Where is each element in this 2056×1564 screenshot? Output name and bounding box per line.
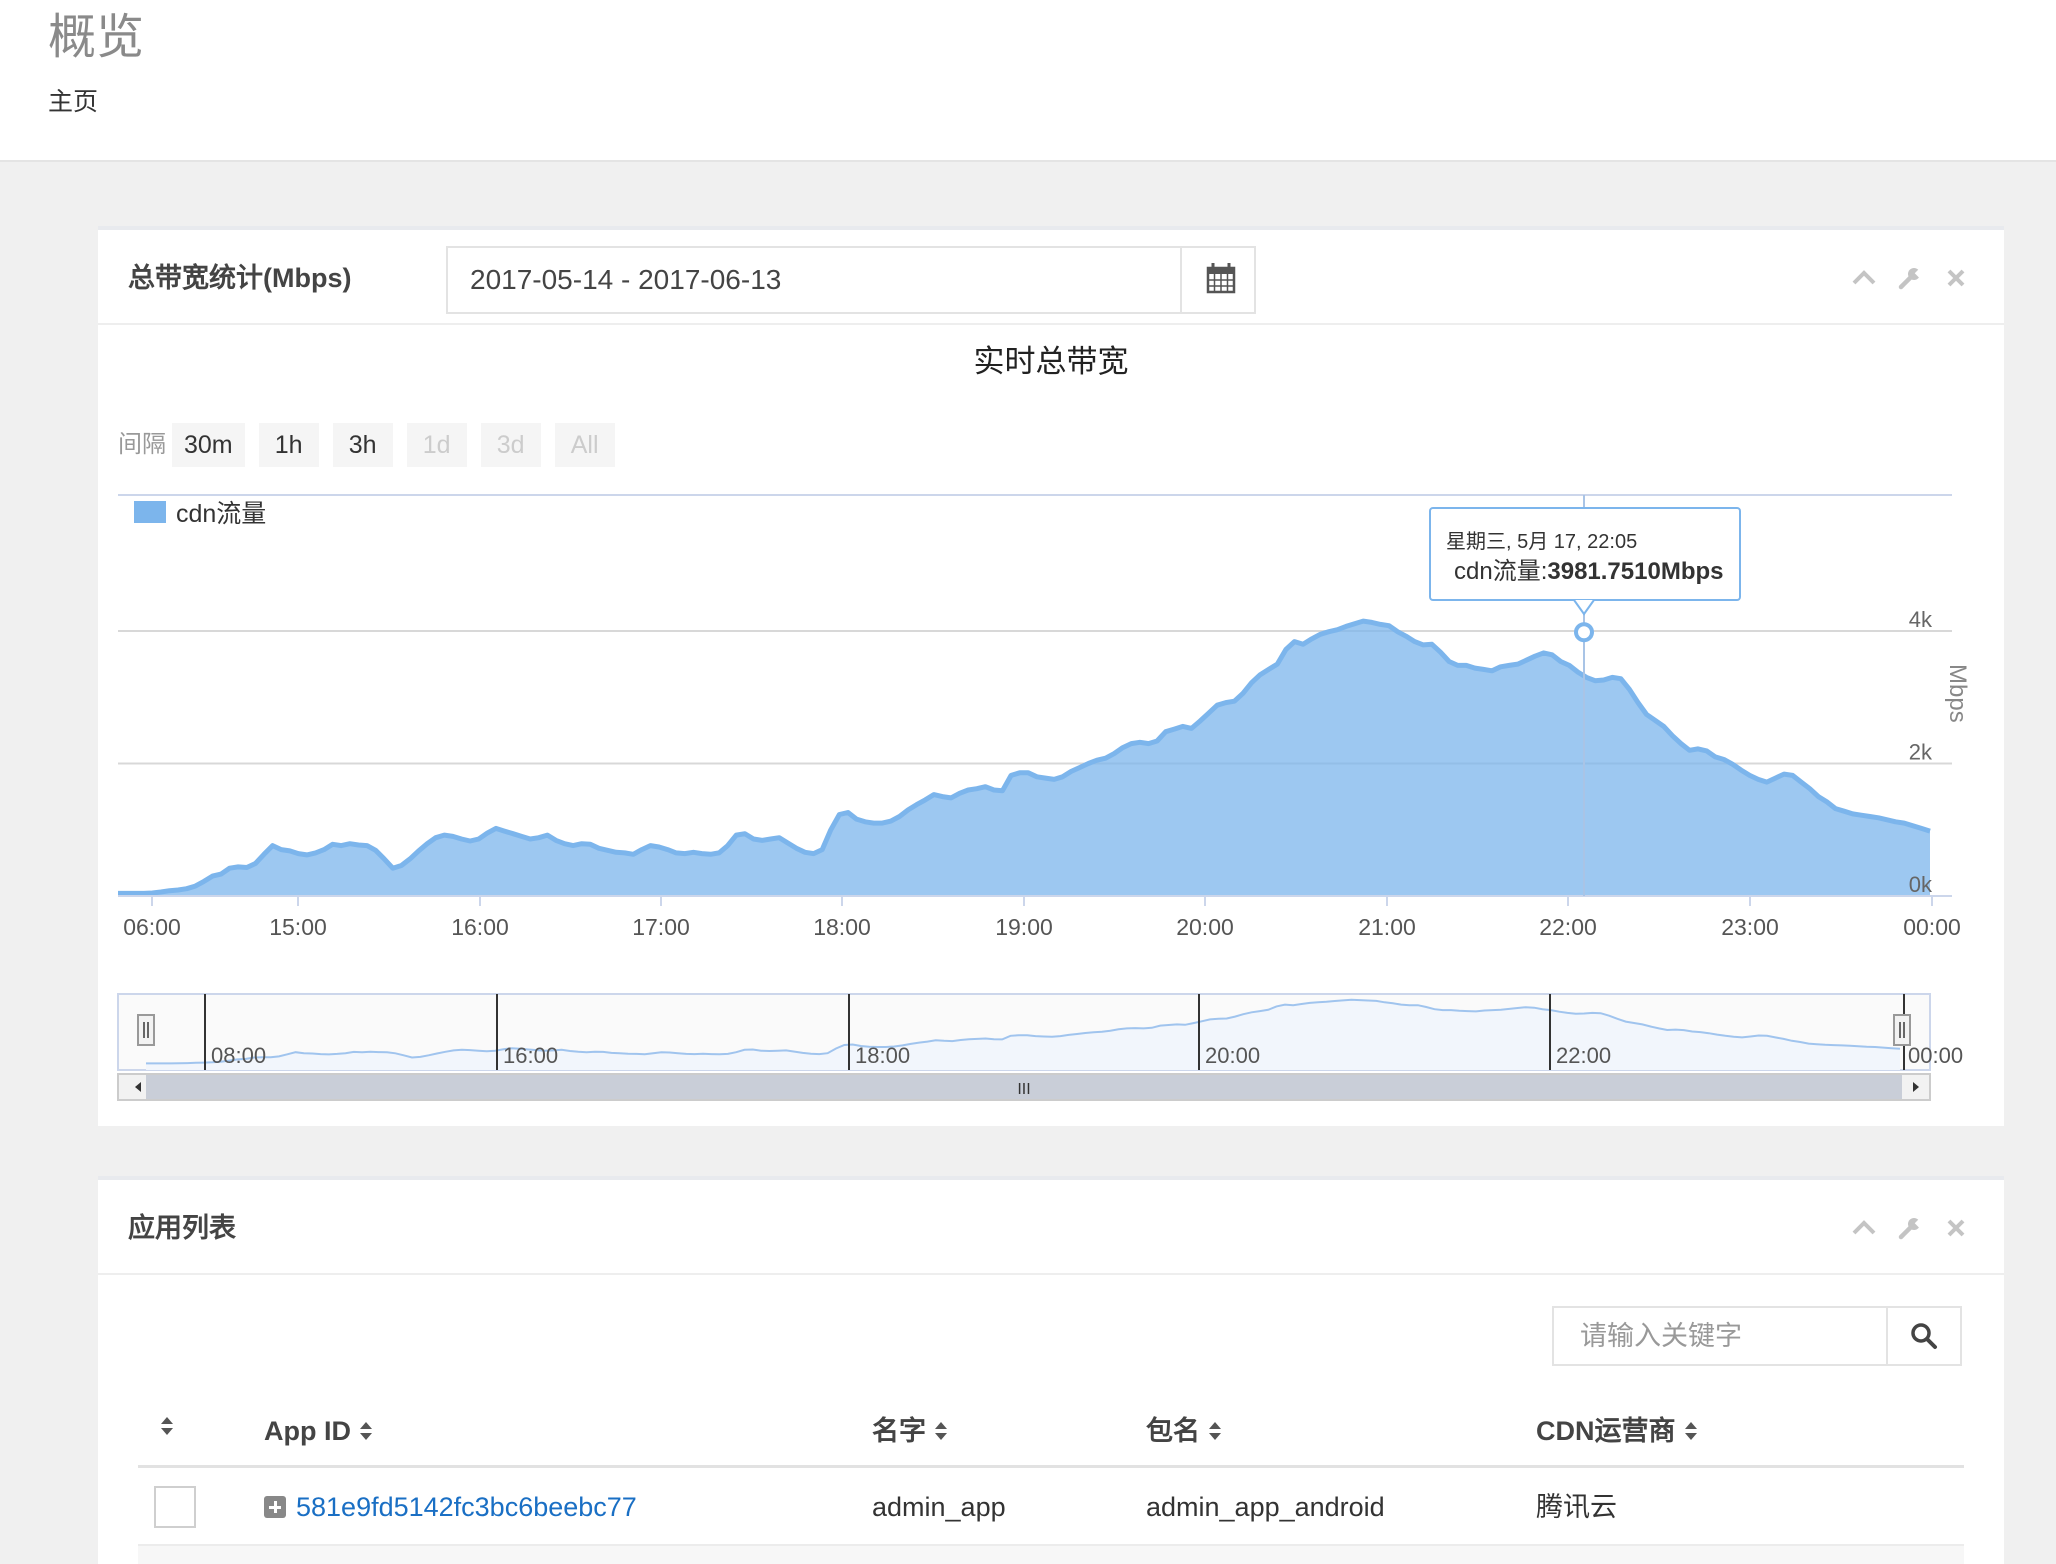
wrench-icon <box>1898 1217 1923 1240</box>
sort-icon <box>1684 1422 1697 1440</box>
scrollbar-grip: III <box>1017 1081 1030 1098</box>
app-list-panel-tools <box>1850 1212 1970 1244</box>
navigator-label: 16:00 <box>503 1043 558 1068</box>
x-tick-label: 18:00 <box>813 914 871 940</box>
bandwidth-chart[interactable]: cdn流量 0k 2k 4k Mbps 06:00 15:00 16:00 17:00 18:00… <box>98 480 2004 1120</box>
sort-icon <box>935 1422 947 1440</box>
legend-swatch <box>134 501 166 523</box>
hover-point <box>1574 622 1594 643</box>
column-header-app-id[interactable]: App ID <box>264 1414 373 1448</box>
date-range-input[interactable]: 2017-05-14 - 2017-06-13 <box>446 246 1180 314</box>
app-name-cell: admin_app <box>872 1492 1006 1522</box>
range-button-1h[interactable]: 1h <box>258 423 319 467</box>
page-title: 概览 <box>48 11 145 64</box>
search-box <box>1552 1306 1962 1366</box>
package-cell: admin_app_android <box>1146 1492 1385 1522</box>
column-header-package[interactable]: 包名 <box>1146 1414 1222 1448</box>
wrench-icon <box>1898 267 1923 290</box>
y-tick-label: 0k <box>1909 872 1933 897</box>
navigator-left-handle <box>137 1014 155 1046</box>
x-tick-label: 06:00 <box>123 914 181 940</box>
close-button[interactable] <box>1942 1214 1970 1242</box>
bandwidth-panel-header: 总带宽统计(Mbps) 2017-05-14 - 2017-06-13 <box>98 230 2004 325</box>
x-tick-label: 17:00 <box>632 914 690 940</box>
search-button[interactable] <box>1886 1308 1960 1364</box>
x-tick-label: 23:00 <box>1721 914 1779 940</box>
bandwidth-panel: 总带宽统计(Mbps) 2017-05-14 - 2017-06-13 实时总带… <box>98 226 2004 1126</box>
legend-label: cdn流量 <box>176 500 266 528</box>
settings-button[interactable] <box>1896 1214 1924 1242</box>
column-header-label: App ID <box>264 1416 351 1446</box>
table-row: 581e9fd5142fc3bc6beebc77 admin_app admin… <box>138 1468 1964 1546</box>
calendar-button[interactable] <box>1180 246 1256 314</box>
sort-icon <box>1209 1422 1221 1440</box>
app-id-cell: 581e9fd5142fc3bc6beebc77 <box>264 1490 637 1524</box>
app-list-panel-title: 应用列表 <box>128 1213 236 1243</box>
app-list-panel: 应用列表 App ID <box>98 1176 2004 1564</box>
navigator-right-handle <box>1893 1014 1911 1046</box>
bandwidth-panel-tools <box>1850 262 1970 294</box>
x-tick-label: 00:00 <box>1903 914 1961 940</box>
navigator-label: 18:00 <box>855 1043 910 1068</box>
collapse-button[interactable] <box>1850 1214 1878 1242</box>
range-label: 间隔 <box>118 431 166 458</box>
range-button-all: All <box>554 423 615 467</box>
app-list-panel-header: 应用列表 <box>98 1180 2004 1275</box>
x-tick-label: 16:00 <box>451 914 509 940</box>
chevron-up-icon <box>1852 1220 1876 1235</box>
bandwidth-panel-title: 总带宽统计(Mbps) <box>128 263 352 293</box>
tooltip-pointer <box>1573 599 1595 616</box>
column-header-label: 名字 <box>872 1416 926 1446</box>
x-tick-label: 19:00 <box>995 914 1053 940</box>
sort-icon <box>161 1417 173 1435</box>
range-selector: 间隔 30m 1h 3h 1d 3d All <box>118 423 629 467</box>
tooltip-box <box>1429 507 1741 601</box>
chart-title: 实时总带宽 <box>973 344 1129 379</box>
column-header-label: CDN运营商 <box>1536 1416 1676 1446</box>
column-header-label: 包名 <box>1146 1416 1200 1446</box>
range-button-3h[interactable]: 3h <box>332 423 393 467</box>
x-tick-label: 22:00 <box>1539 914 1597 940</box>
close-icon <box>1947 1219 1965 1237</box>
search-icon <box>1911 1323 1937 1349</box>
tooltip-value: cdn流量:3981.7510Mbps <box>1454 558 1723 585</box>
navigator-label: 00:00 <box>1908 1043 1963 1068</box>
range-button-1d: 1d <box>406 423 467 467</box>
y-axis-title: Mbps <box>1944 664 1971 723</box>
expand-icon[interactable] <box>264 1496 286 1518</box>
collapse-button[interactable] <box>1850 264 1878 292</box>
app-id-link[interactable]: 581e9fd5142fc3bc6beebc77 <box>296 1492 637 1522</box>
chevron-up-icon <box>1852 270 1876 285</box>
x-tick-label: 21:00 <box>1358 914 1416 940</box>
column-header-name[interactable]: 名字 <box>872 1414 948 1448</box>
navigator-label: 08:00 <box>211 1043 266 1068</box>
app-table: App ID 名字 包名 CDN运营商 581e9fd5142fc3bc6bee… <box>138 1394 1964 1564</box>
search-input[interactable] <box>1554 1308 1888 1364</box>
y-tick-label: 4k <box>1909 607 1933 632</box>
close-icon <box>1947 269 1965 287</box>
navigator-label: 20:00 <box>1205 1043 1260 1068</box>
column-header-cdn[interactable]: CDN运营商 <box>1536 1414 1698 1448</box>
cdn-cell: 腾讯云 <box>1536 1492 1617 1522</box>
x-tick-label: 20:00 <box>1176 914 1234 940</box>
sort-icon <box>360 1422 372 1440</box>
settings-button[interactable] <box>1896 264 1924 292</box>
column-header-select[interactable] <box>160 1414 174 1438</box>
series-area <box>118 621 1930 896</box>
calendar-icon <box>1206 263 1236 294</box>
x-tick-label: 15:00 <box>269 914 327 940</box>
table-row: 581ea0a2a6e019c26b3e3856 kandongfang kan… <box>138 1546 1964 1564</box>
range-button-30m[interactable]: 30m <box>172 423 245 467</box>
range-button-3d: 3d <box>480 423 541 467</box>
breadcrumb[interactable]: 主页 <box>48 86 98 118</box>
tooltip-time: 星期三, 5月 17, 22:05 <box>1446 531 1637 553</box>
table-header: App ID 名字 包名 CDN运营商 <box>138 1394 1964 1468</box>
y-tick-label: 2k <box>1909 740 1933 765</box>
row-checkbox[interactable] <box>154 1486 196 1528</box>
close-button[interactable] <box>1942 264 1970 292</box>
page-header: 概览 主页 <box>0 0 2056 162</box>
navigator-label: 22:00 <box>1556 1043 1611 1068</box>
